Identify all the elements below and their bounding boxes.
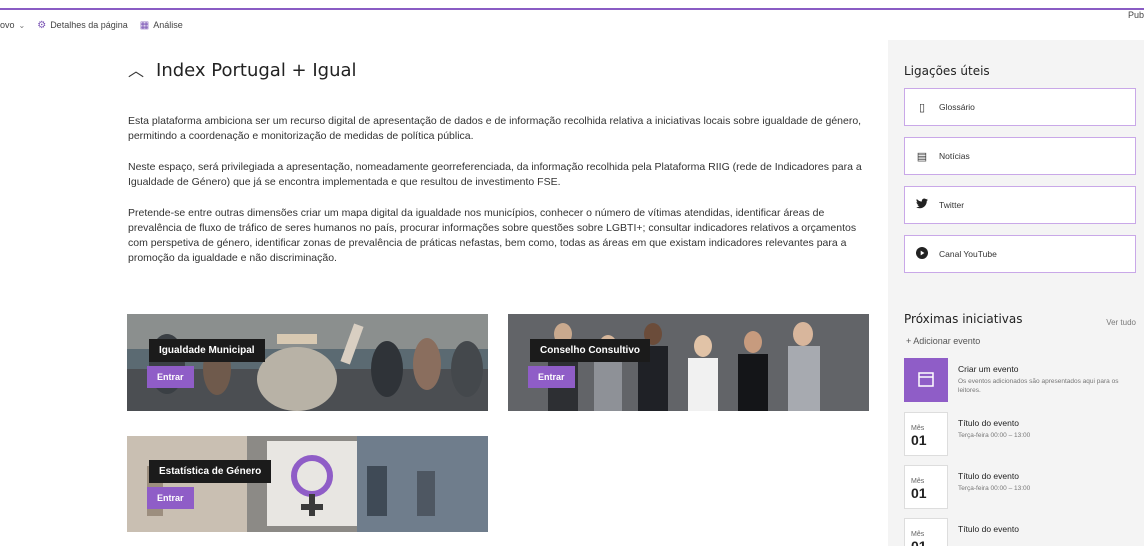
event-date: Mês 01 (904, 518, 948, 546)
event-item[interactable]: Mês 01 Título do evento Terça-feira 00:0… (904, 412, 1136, 458)
enter-button[interactable]: Entrar (147, 487, 194, 509)
youtube-icon (915, 246, 929, 262)
chart-icon: ▦ (139, 19, 150, 31)
add-event-button[interactable]: + Adicionar evento (906, 336, 980, 346)
link-label: Glossário (939, 102, 975, 112)
create-event-title: Criar um evento (958, 364, 1019, 374)
chevron-up-icon[interactable]: ︿ (128, 57, 144, 81)
see-all-link[interactable]: Ver tudo (1106, 318, 1136, 327)
new-menu[interactable]: ovo ⌄ (0, 20, 25, 30)
top-accent-bar (0, 0, 1144, 10)
events-heading: Próximas iniciativas (904, 312, 1023, 326)
right-sidebar: Ligações úteis ▯ Glossário ▤ Notícias Tw… (888, 40, 1144, 546)
tile-igualdade-municipal[interactable]: Igualdade Municipal Entrar (127, 314, 488, 411)
tile-title: Estatística de Género (149, 460, 272, 483)
analysis-label: Análise (153, 20, 183, 30)
link-twitter[interactable]: Twitter (904, 186, 1136, 224)
tile-title: Igualdade Municipal (149, 339, 265, 362)
enter-button[interactable]: Entrar (147, 366, 194, 388)
publish-button[interactable]: Pub (1128, 10, 1144, 20)
link-noticias[interactable]: ▤ Notícias (904, 137, 1136, 175)
event-info: Título do evento Terça-feira 00:00 – 13:… (958, 471, 1128, 493)
section-header: ︿ Index Portugal + Igual (128, 58, 357, 82)
event-month: Mês (911, 531, 925, 538)
tile-estatistica-genero[interactable]: Estatística de Género Entrar (127, 436, 488, 532)
event-day: 01 (911, 485, 927, 501)
publish-label: Pub (1127, 10, 1144, 20)
event-day: 01 (911, 432, 927, 448)
event-time: Terça-feira 00:00 – 13:00 (958, 485, 1031, 492)
gender-symbols-image (127, 436, 488, 532)
business-people-image (508, 314, 869, 411)
new-label: ovo (0, 20, 15, 30)
event-time: Terça-feira 00:00 – 13:00 (958, 432, 1031, 439)
calendar-icon (904, 358, 948, 402)
event-date: Mês 01 (904, 465, 948, 509)
tile-title: Conselho Consultivo (530, 339, 650, 362)
link-label: Notícias (939, 151, 970, 161)
event-month: Mês (911, 478, 925, 485)
crowd-protest-image (127, 314, 488, 411)
event-item[interactable]: Mês 01 Título do evento (904, 518, 1136, 546)
page-details-button[interactable]: ⚙ Detalhes da página (37, 20, 128, 31)
link-glossario[interactable]: ▯ Glossário (904, 88, 1136, 126)
event-date: Mês 01 (904, 412, 948, 456)
paragraph: Pretende-se entre outras dimensões criar… (128, 207, 857, 264)
chevron-down-icon: ⌄ (18, 20, 26, 30)
main-content: ︿ Index Portugal + Igual Esta plataforma… (0, 40, 888, 546)
quick-links-heading: Ligações úteis (904, 64, 990, 78)
event-title: Título do evento (958, 471, 1019, 481)
paragraph: Esta plataforma ambiciona ser um recurso… (128, 115, 862, 142)
event-title: Título do evento (958, 524, 1019, 534)
command-bar: ovo ⌄ ⚙ Detalhes da página ▦ Análise (0, 10, 1144, 40)
create-event-item[interactable]: Criar um evento Os eventos adicionados s… (904, 358, 1136, 404)
link-label: Canal YouTube (939, 249, 997, 259)
link-youtube[interactable]: Canal YouTube (904, 235, 1136, 273)
news-icon: ▤ (916, 150, 928, 163)
gear-icon: ⚙ (37, 19, 47, 31)
event-month: Mês (911, 425, 925, 432)
create-event-info: Criar um evento Os eventos adicionados s… (958, 364, 1128, 395)
paragraph: Neste espaço, será privilegiada a aprese… (128, 161, 862, 188)
tile-conselho-consultivo[interactable]: Conselho Consultivo Entrar (508, 314, 869, 411)
analysis-button[interactable]: ▦ Análise (140, 20, 183, 31)
event-item[interactable]: Mês 01 Título do evento Terça-feira 00:0… (904, 465, 1136, 511)
event-title: Título do evento (958, 418, 1019, 428)
event-day: 01 (911, 538, 927, 546)
intro-text: Esta plataforma ambiciona ser um recurso… (128, 114, 868, 282)
page-title: Index Portugal + Igual (156, 59, 357, 81)
create-event-desc: Os eventos adicionados são apresentados … (958, 378, 1119, 394)
event-info: Título do evento Terça-feira 00:00 – 13:… (958, 418, 1128, 440)
enter-button[interactable]: Entrar (528, 366, 575, 388)
book-icon: ▯ (918, 101, 926, 114)
link-label: Twitter (939, 200, 965, 210)
page-details-label: Detalhes da página (50, 20, 128, 30)
twitter-icon (915, 198, 929, 212)
event-info: Título do evento (958, 524, 1128, 534)
